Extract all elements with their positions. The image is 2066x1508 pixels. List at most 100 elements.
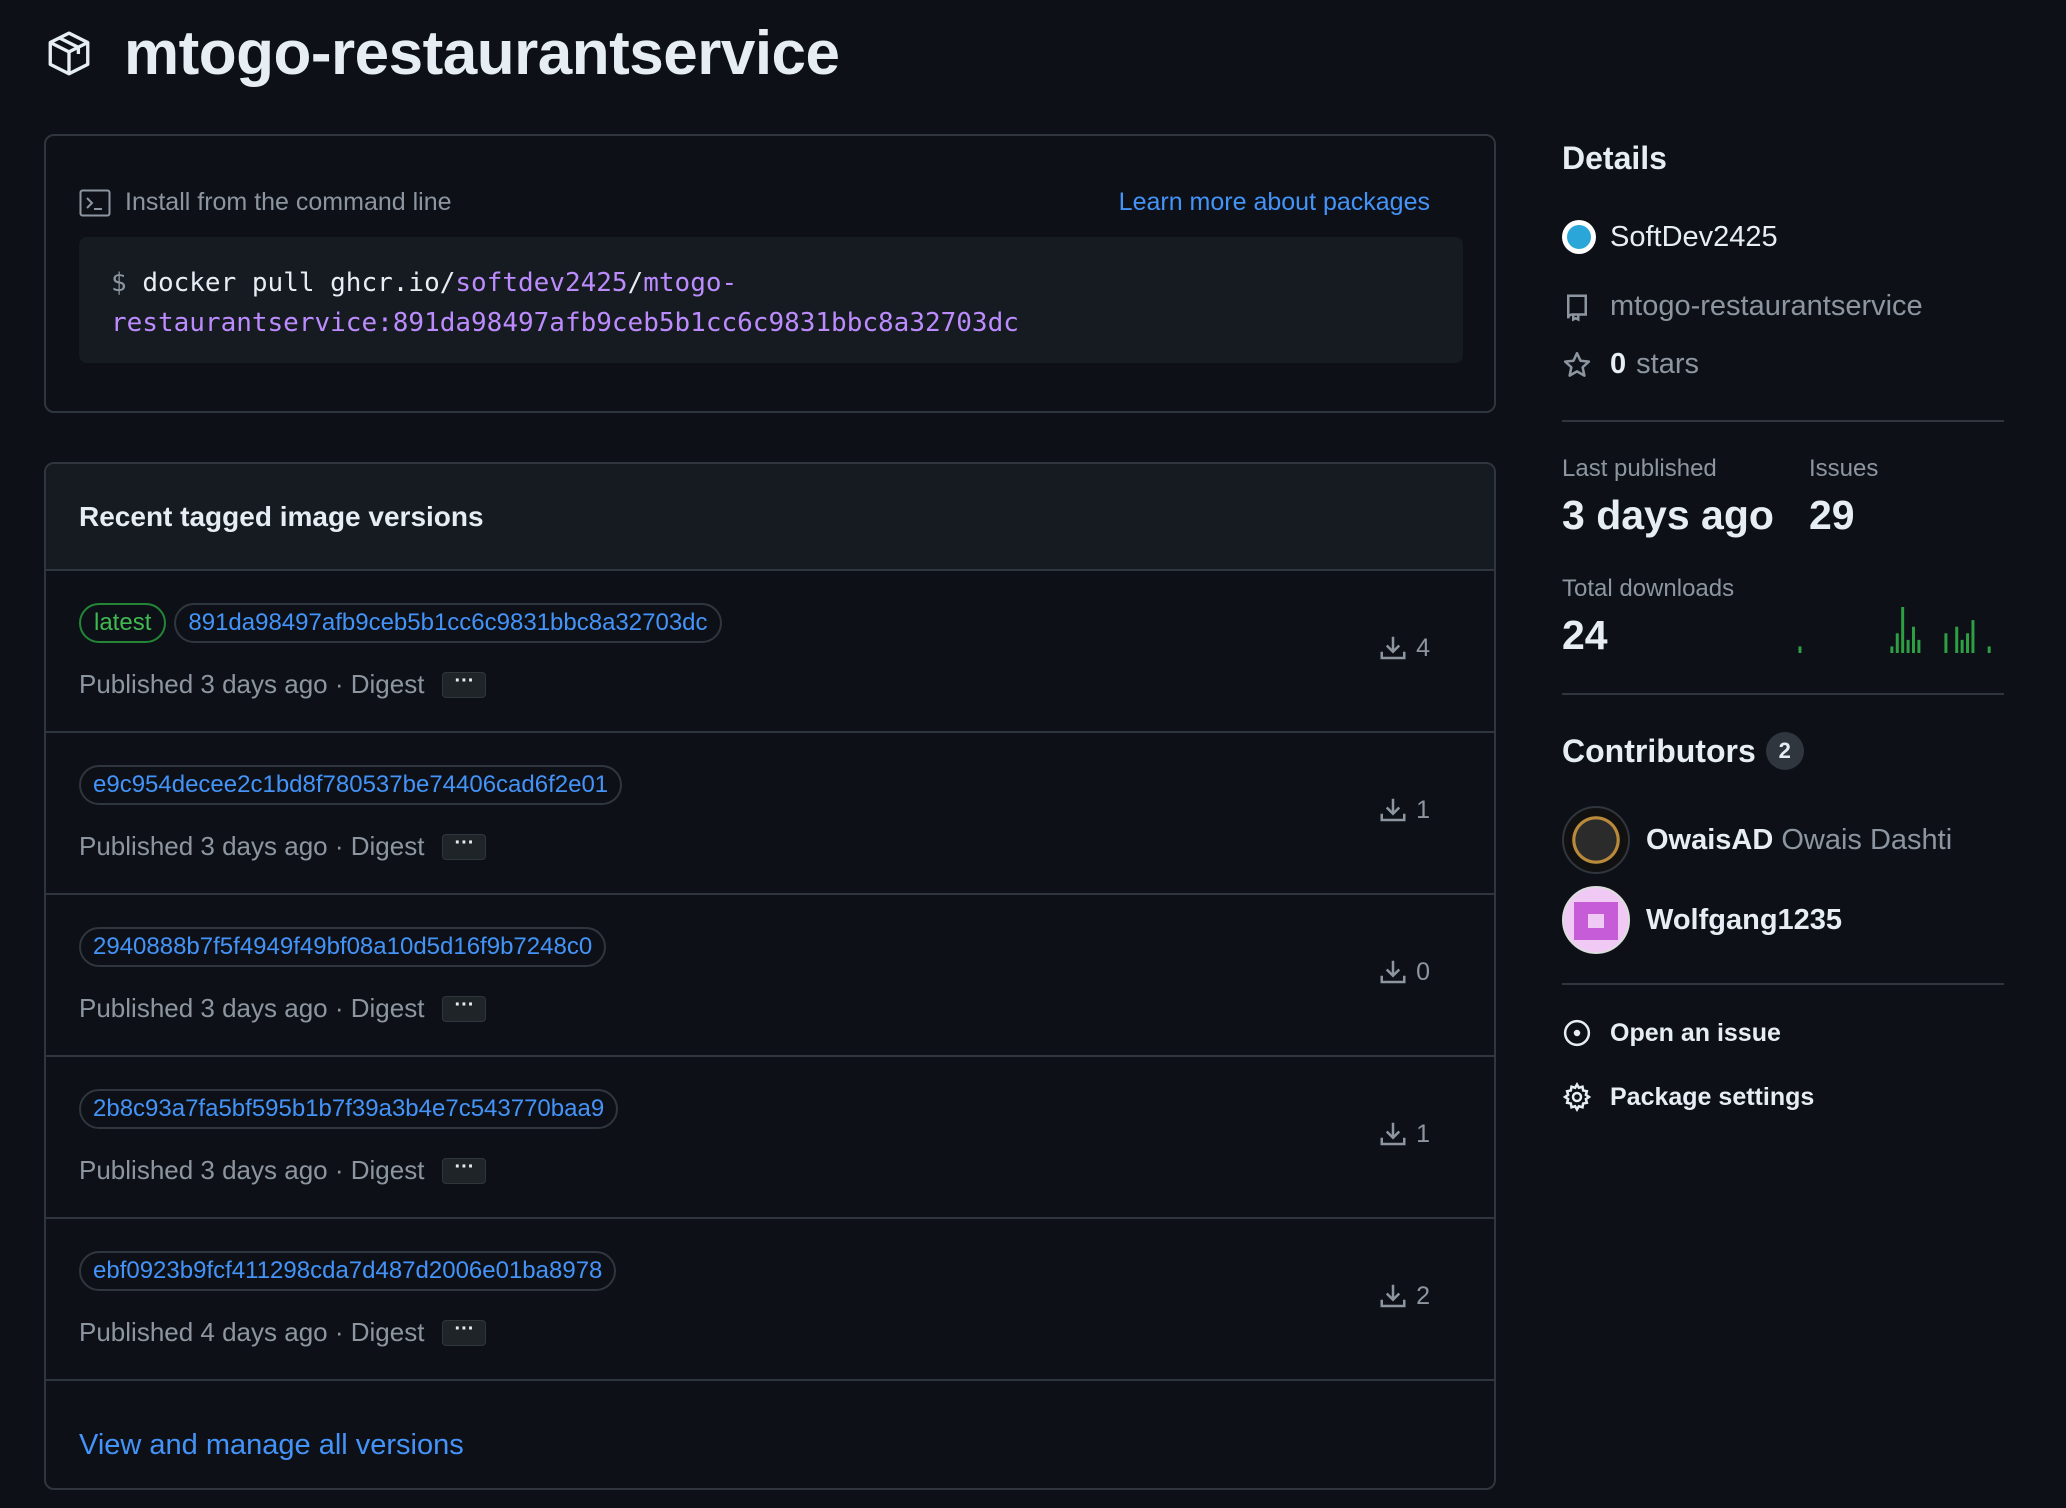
- published-text: Published 4 days ago · Digest: [79, 1317, 425, 1347]
- version-row: 2b8c93a7fa5bf595b1b7f39a3b4e7c543770baa9…: [46, 1057, 1494, 1219]
- command-owner: softdev2425: [455, 268, 628, 298]
- divider: [1562, 420, 2004, 422]
- issues-label: Issues: [1809, 455, 1879, 482]
- total-downloads-value: 24: [1562, 612, 1608, 658]
- sparkline-bar: [1987, 646, 1991, 653]
- version-row: latest 891da98497afb9ceb5b1cc6c9831bbc8a…: [46, 571, 1494, 733]
- docker-pull-command[interactable]: $ docker pull ghcr.io/softdev2425/mtogo-…: [79, 237, 1463, 363]
- gear-icon: [1562, 1082, 1592, 1112]
- install-label: Install from the command line: [125, 188, 452, 216]
- published-text: Published 3 days ago · Digest: [79, 1155, 425, 1185]
- total-downloads-label: Total downloads: [1562, 575, 1735, 602]
- contributor-item[interactable]: OwaisAD Owais Dashti: [1562, 806, 1952, 874]
- command-image-part2: restaurantservice:891da98497afb9ceb5b1cc…: [111, 308, 1019, 338]
- command-separator: /: [627, 268, 644, 298]
- issue-icon: [1563, 1019, 1591, 1047]
- sparkline-bar: [1966, 633, 1970, 653]
- versions-title: Recent tagged image versions: [79, 500, 484, 532]
- divider: [1562, 693, 2004, 695]
- contributors-header: Contributors 2: [1562, 732, 1804, 770]
- repo-icon: [1567, 294, 1587, 322]
- command-prefix: docker pull ghcr.io/: [142, 268, 456, 298]
- package-settings-label: Package settings: [1610, 1082, 1815, 1111]
- last-published-label: Last published: [1562, 455, 1717, 482]
- sparkline-bar: [1960, 639, 1964, 653]
- issues-value: 29: [1809, 492, 1855, 538]
- owner-avatar: [1562, 220, 1596, 254]
- install-header: Install from the command line: [79, 188, 452, 217]
- version-hash-link[interactable]: 2b8c93a7fa5bf595b1b7f39a3b4e7c543770baa9: [79, 1089, 619, 1129]
- version-hash-link[interactable]: 2940888b7f5f4949f49bf08a10d5d16f9b7248c0: [79, 927, 607, 967]
- download-icon: [1380, 636, 1406, 660]
- owner-link[interactable]: SoftDev2425: [1562, 220, 1778, 254]
- version-row: 2940888b7f5f4949f49bf08a10d5d16f9b7248c0…: [46, 895, 1494, 1057]
- tag-latest-badge[interactable]: latest: [79, 603, 167, 643]
- download-count-value: 1: [1416, 795, 1430, 824]
- sparkline-bar: [1917, 639, 1921, 653]
- download-count-value: 1: [1416, 1119, 1430, 1148]
- stars-count[interactable]: 0 stars: [1562, 348, 1699, 381]
- sparkline-bar: [1906, 639, 1910, 653]
- download-count-value: 4: [1416, 633, 1430, 662]
- published-text: Published 3 days ago · Digest: [79, 993, 425, 1023]
- contributor-username: OwaisAD: [1646, 823, 1774, 856]
- digest-expand-button[interactable]: ···: [442, 671, 487, 698]
- sparkline-bar: [1895, 633, 1899, 653]
- sparkline-bar: [1944, 633, 1948, 653]
- digest-expand-button[interactable]: ···: [442, 995, 487, 1022]
- download-icon: [1380, 798, 1406, 822]
- open-issue-label: Open an issue: [1610, 1018, 1781, 1047]
- page-title: mtogo-restaurantservice: [124, 19, 840, 88]
- published-text: Published 3 days ago · Digest: [79, 831, 425, 861]
- divider: [1562, 983, 2004, 985]
- download-count: 0: [1378, 957, 1430, 987]
- versions-header: Recent tagged image versions: [46, 464, 1494, 571]
- repository-link[interactable]: mtogo-restaurantservice: [1562, 290, 1923, 323]
- avatar: [1562, 806, 1630, 874]
- terminal-icon: [79, 189, 111, 216]
- details-heading: Details: [1562, 140, 1667, 176]
- command-prompt: $: [111, 268, 127, 298]
- contributor-fullname: Owais Dashti: [1781, 823, 1953, 856]
- download-count: 4: [1378, 633, 1430, 663]
- learn-more-link[interactable]: Learn more about packages: [1119, 188, 1430, 217]
- page-header: mtogo-restaurantservice: [44, 18, 840, 89]
- digest-expand-button[interactable]: ···: [442, 1319, 487, 1346]
- download-count: 1: [1378, 795, 1430, 825]
- sparkline-bar: [1890, 646, 1894, 653]
- contributor-item[interactable]: Wolfgang1235: [1562, 886, 1842, 954]
- download-count: 1: [1378, 1119, 1430, 1149]
- repository-name: mtogo-restaurantservice: [1610, 290, 1923, 322]
- sparkline-bar: [1912, 626, 1915, 653]
- download-count: 2: [1378, 1281, 1430, 1311]
- version-hash-link[interactable]: ebf0923b9fcf411298cda7d487d2006e01ba8978: [79, 1251, 617, 1291]
- download-count-value: 0: [1416, 957, 1430, 986]
- contributors-heading: Contributors: [1562, 732, 1756, 769]
- download-icon: [1380, 1122, 1406, 1146]
- published-text: Published 3 days ago · Digest: [79, 669, 425, 699]
- owner-name: SoftDev2425: [1610, 220, 1778, 253]
- last-published-value: 3 days ago: [1562, 492, 1774, 538]
- downloads-sparkline: [1798, 607, 1991, 653]
- sparkline-bar: [1971, 620, 1975, 653]
- install-panel: Install from the command line Learn more…: [44, 134, 1496, 413]
- versions-panel: Recent tagged image versions latest 891d…: [44, 462, 1496, 1490]
- sparkline-bar: [1901, 607, 1905, 653]
- stars-value: 0: [1610, 348, 1627, 380]
- sparkline-bar: [1955, 626, 1959, 653]
- open-issue-link[interactable]: Open an issue: [1562, 1018, 1781, 1048]
- version-hash-link[interactable]: 891da98497afb9ceb5b1cc6c9831bbc8a32703dc: [174, 603, 722, 643]
- package-icon: [48, 30, 90, 75]
- version-row: ebf0923b9fcf411298cda7d487d2006e01ba8978…: [46, 1219, 1494, 1381]
- package-settings-link[interactable]: Package settings: [1562, 1082, 1814, 1112]
- version-hash-link[interactable]: e9c954decee2c1bd8f780537be74406cad6f2e01: [79, 765, 623, 805]
- download-icon: [1380, 1284, 1406, 1308]
- version-row: e9c954decee2c1bd8f780537be74406cad6f2e01…: [46, 733, 1494, 895]
- contributors-count-badge: 2: [1765, 732, 1804, 770]
- stars-label: stars: [1636, 348, 1699, 380]
- avatar: [1562, 886, 1630, 954]
- digest-expand-button[interactable]: ···: [442, 1157, 487, 1184]
- view-all-versions-link[interactable]: View and manage all versions: [79, 1429, 464, 1462]
- download-icon: [1380, 960, 1406, 984]
- digest-expand-button[interactable]: ···: [442, 833, 487, 860]
